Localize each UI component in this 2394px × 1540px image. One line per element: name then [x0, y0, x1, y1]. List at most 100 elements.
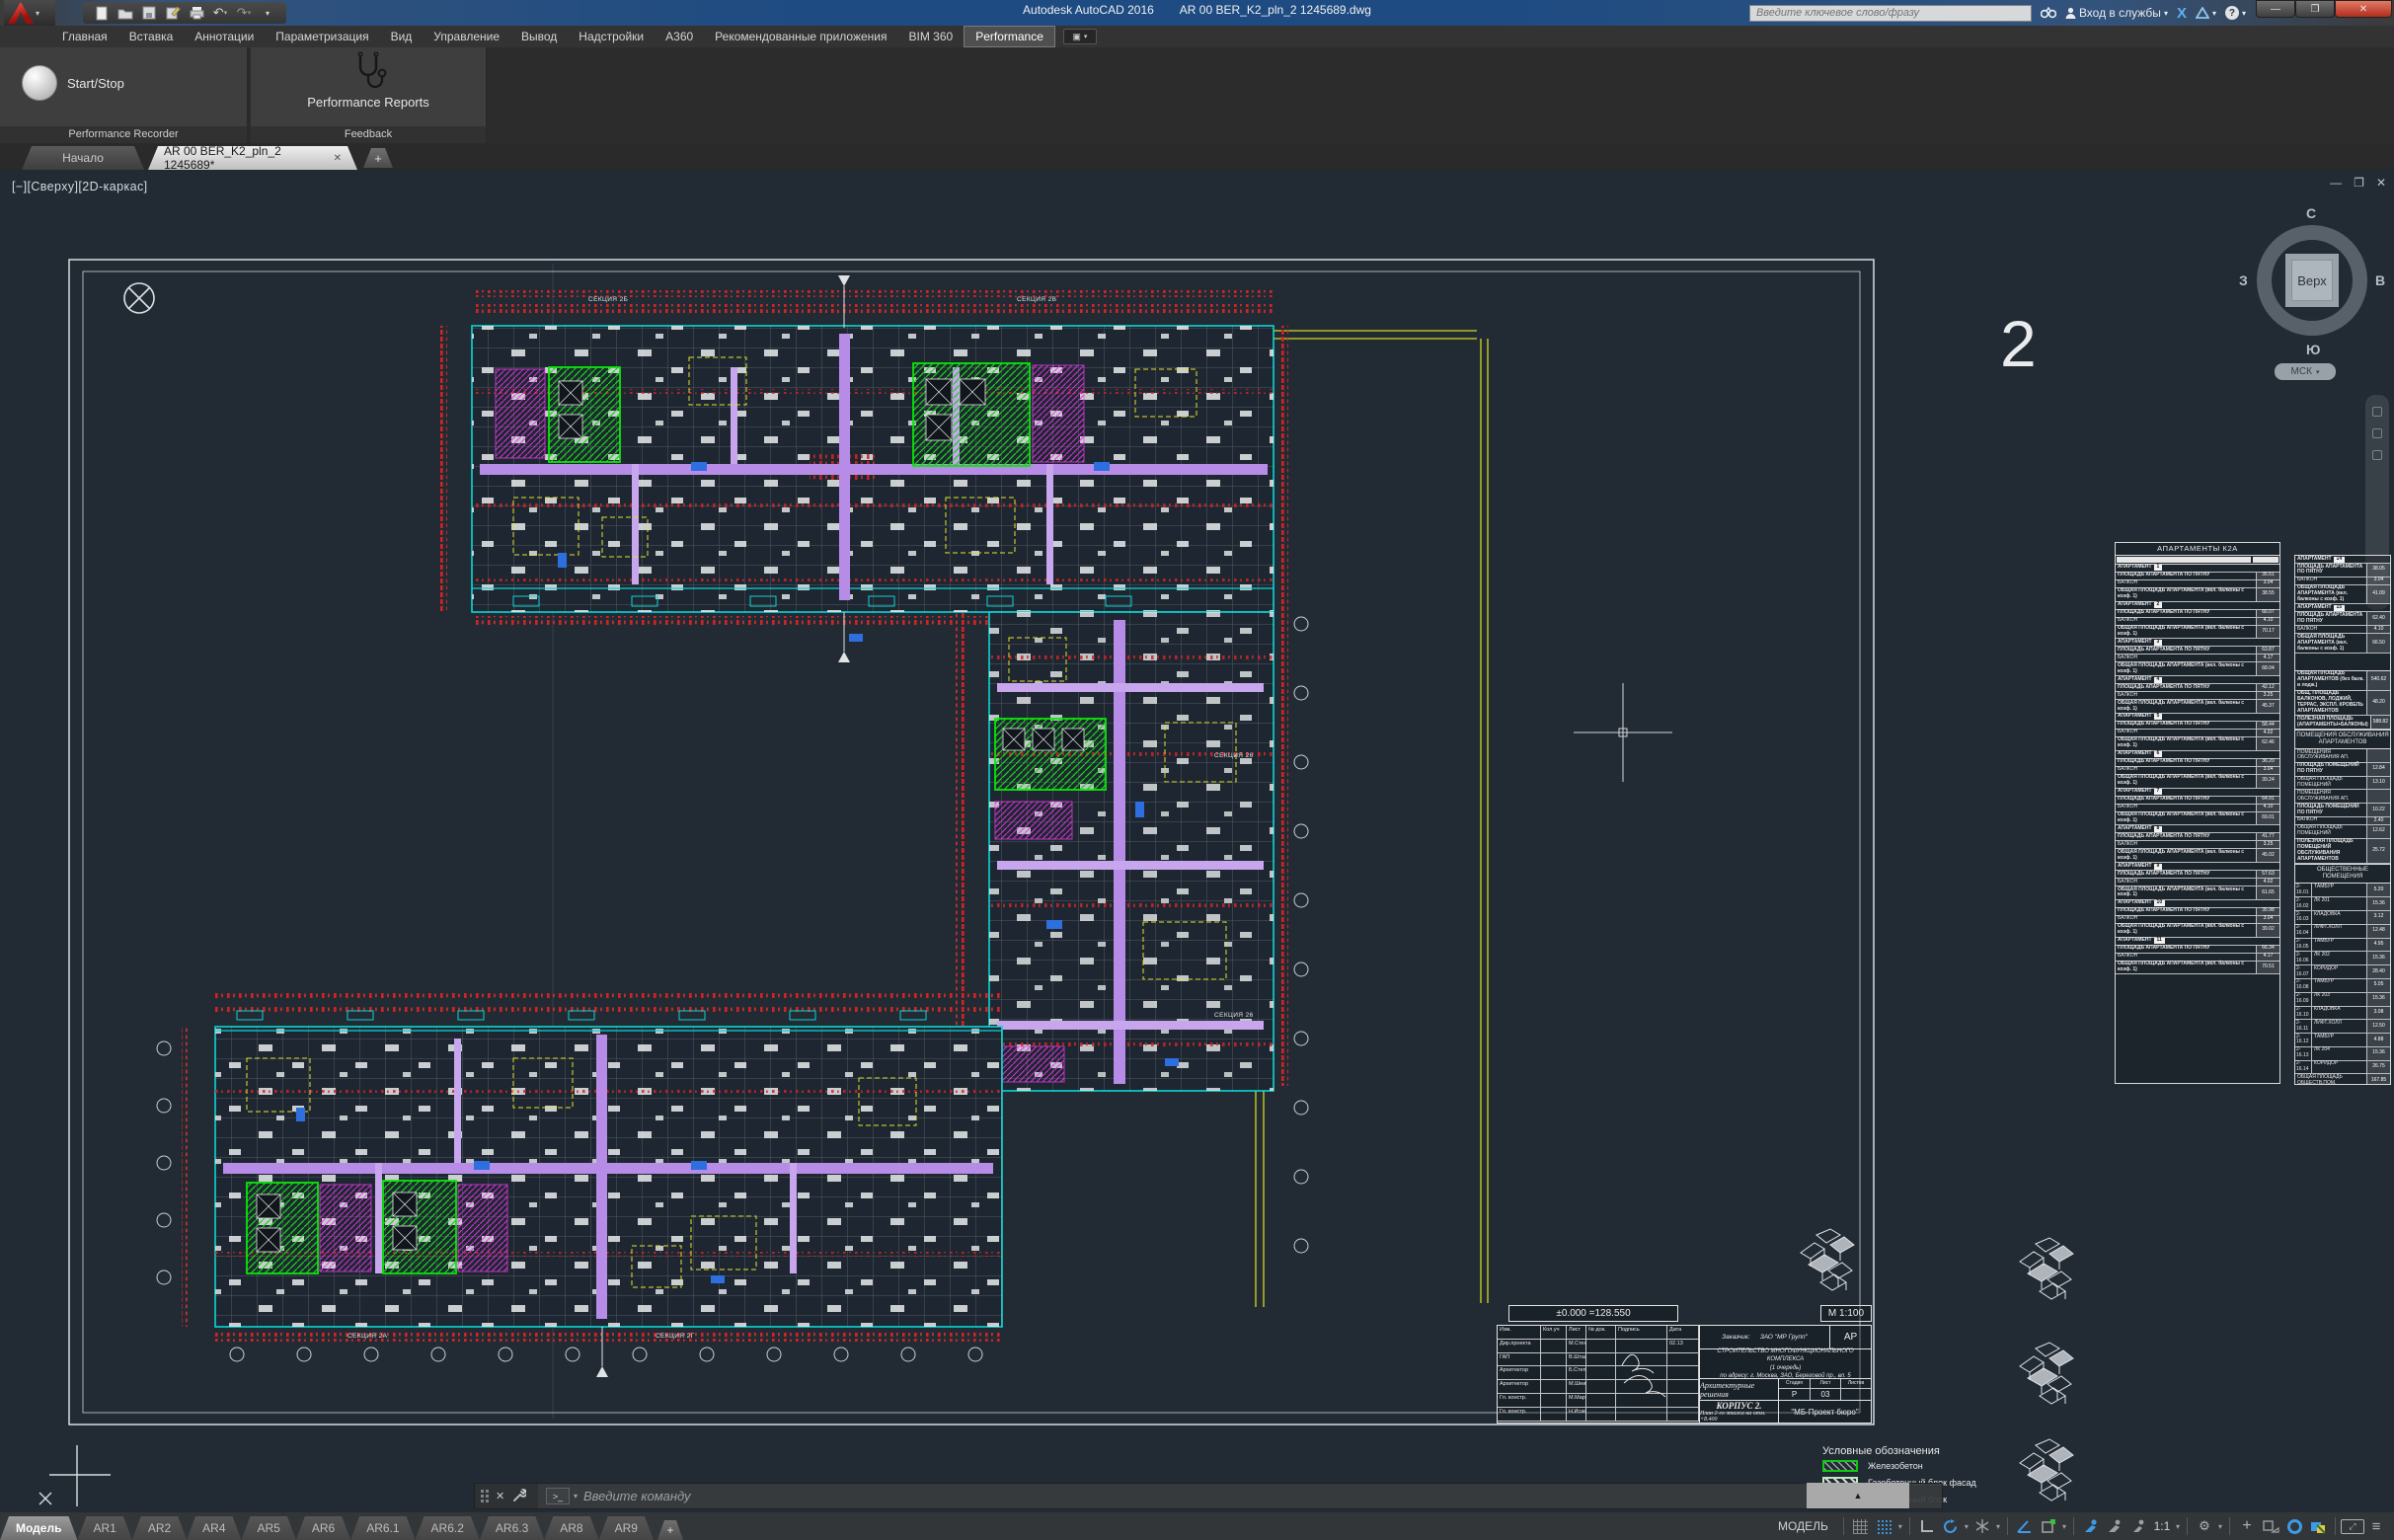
viewport-restore-icon[interactable]: ❐ — [2354, 176, 2364, 190]
help-icon[interactable]: ? ▾ — [2225, 6, 2246, 20]
tab-glavnaya[interactable]: Главная — [51, 27, 118, 46]
save-as-icon[interactable] — [164, 4, 182, 22]
viewport-controls[interactable]: [−][Сверху][2D-каркас] — [12, 180, 147, 193]
minimize-button[interactable]: — — [2256, 0, 2295, 18]
viewport-minimize-icon[interactable]: — — [2330, 176, 2342, 190]
start-stop-button[interactable] — [22, 65, 57, 101]
layout-tab-ar6-2[interactable]: AR6.2 — [416, 1516, 480, 1540]
isodraft-caret-icon[interactable]: ▾ — [1994, 1522, 2002, 1531]
annotation-autoscale2-icon[interactable] — [2126, 1514, 2150, 1538]
schedule-row: 2-16.14КОРИДОР26.75 — [2295, 1061, 2390, 1075]
layout-tab-ar4[interactable]: AR4 — [187, 1516, 241, 1540]
viewcube-face-top[interactable]: Верх — [2285, 254, 2339, 307]
a360-icon[interactable]: ▾ — [2196, 7, 2216, 19]
tab-vyvod[interactable]: Вывод — [510, 27, 568, 46]
new-drawing-tab-button[interactable]: + — [363, 148, 393, 168]
client-name: ЗАО "МР Групп" — [1760, 1334, 1808, 1341]
ribbon-display-toggle[interactable]: ▣ ▾ — [1063, 29, 1097, 44]
wrench-icon[interactable] — [511, 1489, 526, 1503]
close-button[interactable]: ✕ — [2335, 0, 2392, 18]
file-tab-document[interactable]: AR 00 BER_K2_pln_2 1245689* ✕ — [148, 146, 357, 170]
viewcube-south[interactable]: Ю — [2306, 342, 2320, 357]
object-snap-icon[interactable] — [2037, 1514, 2060, 1538]
qat-customize-icon[interactable]: ▾ — [259, 4, 276, 22]
tab-annotacii[interactable]: Аннотации — [184, 27, 265, 46]
annotation-visibility-icon[interactable] — [2079, 1514, 2103, 1538]
layout-tab-ar8[interactable]: AR8 — [544, 1516, 598, 1540]
grid-display-icon[interactable] — [1849, 1514, 1873, 1538]
open-file-icon[interactable] — [116, 4, 134, 22]
command-prompt-icon[interactable]: >_ — [546, 1488, 570, 1504]
annotation-scale-button[interactable]: 1:1 — [2150, 1514, 2174, 1538]
tab-nadstroyki[interactable]: Надстройки — [568, 27, 655, 46]
apartment-schedule-right: АПАРТАМЕНТ14ПЛОЩАДЬ АПАРТАМЕНТА ПО ПЯТНУ… — [2294, 555, 2391, 1085]
annotation-scale-caret-icon[interactable]: ▾ — [2174, 1522, 2182, 1531]
model-space-button[interactable]: МОДЕЛЬ — [1768, 1519, 1838, 1533]
panel-label-feedback[interactable]: Feedback — [251, 126, 486, 143]
search-binoculars-icon[interactable] — [2041, 7, 2056, 19]
redo-icon[interactable]: ↷▾ — [235, 4, 253, 22]
panel-label-recorder[interactable]: Performance Recorder — [0, 126, 247, 143]
command-line[interactable]: ✕ >_ ▾ Введите команду — [474, 1483, 1943, 1509]
app-menu-button[interactable]: ▾ — [4, 0, 55, 26]
plot-icon[interactable] — [188, 4, 205, 22]
command-popup-arrow[interactable]: ▲ — [1807, 1483, 1909, 1508]
tab-performance[interactable]: Performance — [964, 26, 1055, 47]
command-close-icon[interactable]: ✕ — [496, 1490, 504, 1502]
file-tab-close-icon[interactable]: ✕ — [334, 153, 342, 164]
layout-tab-ar1[interactable]: AR1 — [77, 1516, 131, 1540]
drawing-canvas[interactable]: [−][Сверху][2D-каркас] — ❐ ✕ 2 С Ю З В В… — [0, 170, 2394, 1512]
command-options-caret[interactable]: ▾ — [574, 1492, 578, 1501]
tab-parametrizaciya[interactable]: Параметризация — [265, 27, 379, 46]
isodraft-icon[interactable] — [1970, 1514, 1994, 1538]
layout-tab-ar9[interactable]: AR9 — [599, 1516, 654, 1540]
isolate-objects-icon[interactable] — [2259, 1514, 2282, 1538]
object-snap-tracking-icon[interactable] — [2013, 1514, 2037, 1538]
workspace-gear-icon[interactable]: ⚙ — [2193, 1514, 2216, 1538]
performance-reports-button[interactable]: Performance Reports — [251, 51, 486, 110]
file-tab-home[interactable]: Начало — [22, 146, 144, 170]
signin-button[interactable]: Вход в службы▾ — [2065, 6, 2168, 20]
exchange-apps-icon[interactable]: X — [2177, 5, 2187, 22]
layout-tab-ar6-1[interactable]: AR6.1 — [350, 1516, 415, 1540]
tab-a360[interactable]: A360 — [655, 27, 704, 46]
polar-tracking-icon[interactable] — [1939, 1514, 1963, 1538]
snap-mode-icon[interactable] — [1873, 1514, 1896, 1538]
layout-tab-ar2[interactable]: AR2 — [132, 1516, 187, 1540]
layout-tab-ar5[interactable]: AR5 — [242, 1516, 296, 1540]
undo-icon[interactable]: ↶▾ — [211, 4, 229, 22]
status-toggles: МОДЕЛЬ ▾ ▾ ▾ ▾ 1:1 ▾ ⚙ ▾ + — [1768, 1512, 2394, 1540]
snap-caret-icon[interactable]: ▾ — [1896, 1522, 1904, 1531]
hardware-acceleration-icon[interactable] — [2282, 1514, 2306, 1538]
customization-plus-icon[interactable]: + — [2235, 1514, 2259, 1538]
layout-tab-model[interactable]: Модель — [0, 1516, 77, 1540]
viewcube-north[interactable]: С — [2306, 205, 2316, 221]
command-input[interactable]: Введите команду — [583, 1489, 691, 1503]
search-input[interactable] — [1749, 5, 2032, 22]
layout-tab-ar6[interactable]: AR6 — [296, 1516, 350, 1540]
ortho-mode-icon[interactable] — [1915, 1514, 1939, 1538]
tab-recommended-apps[interactable]: Рекомендованные приложения — [704, 27, 897, 46]
tab-upravlenie[interactable]: Управление — [423, 27, 510, 46]
annotation-autoscale-icon[interactable] — [2103, 1514, 2126, 1538]
osnap-caret-icon[interactable]: ▾ — [2060, 1522, 2068, 1531]
command-line-grip[interactable]: ✕ — [475, 1484, 538, 1508]
restore-button[interactable]: ❐ — [2295, 0, 2335, 18]
viewport-close-icon[interactable]: ✕ — [2376, 176, 2386, 190]
graphics-performance-icon[interactable] — [2306, 1514, 2330, 1538]
clean-screen-icon[interactable]: ⤢ — [2341, 1519, 2364, 1534]
viewcube-ucs-menu[interactable]: МСК▾ — [2275, 363, 2336, 380]
tab-vstavka[interactable]: Вставка — [118, 27, 185, 46]
layout-tab-ar6-3[interactable]: AR6.3 — [480, 1516, 544, 1540]
polar-caret-icon[interactable]: ▾ — [1963, 1522, 1970, 1531]
tab-bim360[interactable]: BIM 360 — [898, 27, 965, 46]
workspace-caret-icon[interactable]: ▾ — [2216, 1522, 2224, 1531]
viewcube-west[interactable]: З — [2239, 272, 2248, 288]
new-file-icon[interactable] — [93, 4, 111, 22]
tab-vid[interactable]: Вид — [380, 27, 424, 46]
status-menu-icon[interactable]: ≡ — [2364, 1514, 2388, 1538]
signature-row: Гл. констр.Н.Исаевский — [1498, 1408, 1699, 1422]
viewcube-east[interactable]: В — [2375, 272, 2385, 288]
save-icon[interactable] — [140, 4, 158, 22]
new-layout-button[interactable]: + — [657, 1520, 683, 1540]
